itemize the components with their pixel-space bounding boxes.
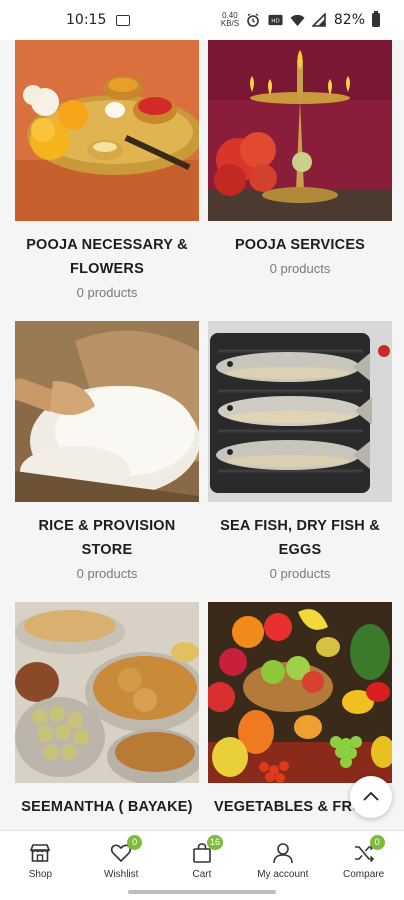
nav-label: Wishlist [103, 869, 139, 880]
category-card[interactable]: SEA FISH, DRY FISH & EGGS 0 products [208, 321, 392, 586]
status-time: 10:15 [66, 12, 107, 28]
heart-icon: 0 [109, 835, 143, 865]
nav-label: Cart [192, 869, 212, 880]
scroll-to-top-button[interactable] [350, 776, 392, 818]
signal-icon [312, 13, 327, 28]
cart-badge: 16 [206, 835, 223, 850]
category-card[interactable]: RICE & PROVISION STORE 0 products [15, 321, 199, 586]
status-bar: 10:15 0.40 KB/S HD 82% [0, 0, 404, 40]
screen: 10:15 0.40 KB/S HD 82% POOJA NECESSARY &… [0, 0, 404, 900]
home-indicator[interactable] [128, 890, 276, 894]
compare-badge: 0 [369, 835, 385, 850]
sweets-snacks-image[interactable] [15, 602, 199, 783]
category-card[interactable]: POOJA NECESSARY & FLOWERS 0 products [15, 40, 199, 305]
category-title[interactable]: RICE & PROVISION STORE [15, 514, 199, 562]
data-speed: 0.40 KB/S [220, 11, 240, 28]
battery-icon [372, 11, 380, 27]
nav-label: Shop [28, 869, 53, 880]
nav-compare[interactable]: 0 Compare [323, 831, 404, 900]
nav-label: My account [257, 869, 309, 880]
bag-icon: 16 [190, 835, 223, 865]
alarm-icon [246, 13, 261, 28]
fish-tray-image[interactable] [208, 321, 392, 502]
category-count: 0 products [269, 261, 331, 276]
category-count: 0 products [76, 566, 138, 581]
shuffle-icon: 0 [352, 835, 385, 865]
category-title[interactable]: SEA FISH, DRY FISH & EGGS [208, 514, 392, 562]
category-count: 0 products [269, 566, 331, 581]
battery-percent: 82% [333, 12, 365, 28]
category-card[interactable]: POOJA SERVICES 0 products [208, 40, 392, 281]
volte-icon: HD [268, 13, 283, 28]
chevron-up-icon [363, 788, 379, 806]
category-card[interactable]: SEEMANTHA ( BAYAKE) [15, 602, 199, 819]
status-right: 0.40 KB/S HD 82% [220, 11, 380, 28]
user-icon [271, 841, 295, 865]
wishlist-badge: 0 [127, 835, 143, 850]
category-title[interactable]: POOJA NECESSARY & FLOWERS [15, 233, 199, 281]
rice-sack-image[interactable] [15, 321, 199, 502]
svg-text:HD: HD [271, 18, 280, 24]
category-count: 0 products [76, 285, 138, 300]
nav-shop[interactable]: Shop [0, 831, 81, 900]
wifi-icon [290, 13, 305, 28]
pooja-items-image[interactable] [15, 40, 199, 221]
brass-lamp-image[interactable] [208, 40, 392, 221]
fruits-basket-image[interactable] [208, 602, 392, 783]
notification-icon [116, 14, 131, 26]
category-title[interactable]: POOJA SERVICES [208, 233, 392, 257]
category-title[interactable]: SEEMANTHA ( BAYAKE) [15, 795, 199, 819]
nav-label: Compare [343, 869, 385, 880]
shop-icon [28, 841, 52, 865]
